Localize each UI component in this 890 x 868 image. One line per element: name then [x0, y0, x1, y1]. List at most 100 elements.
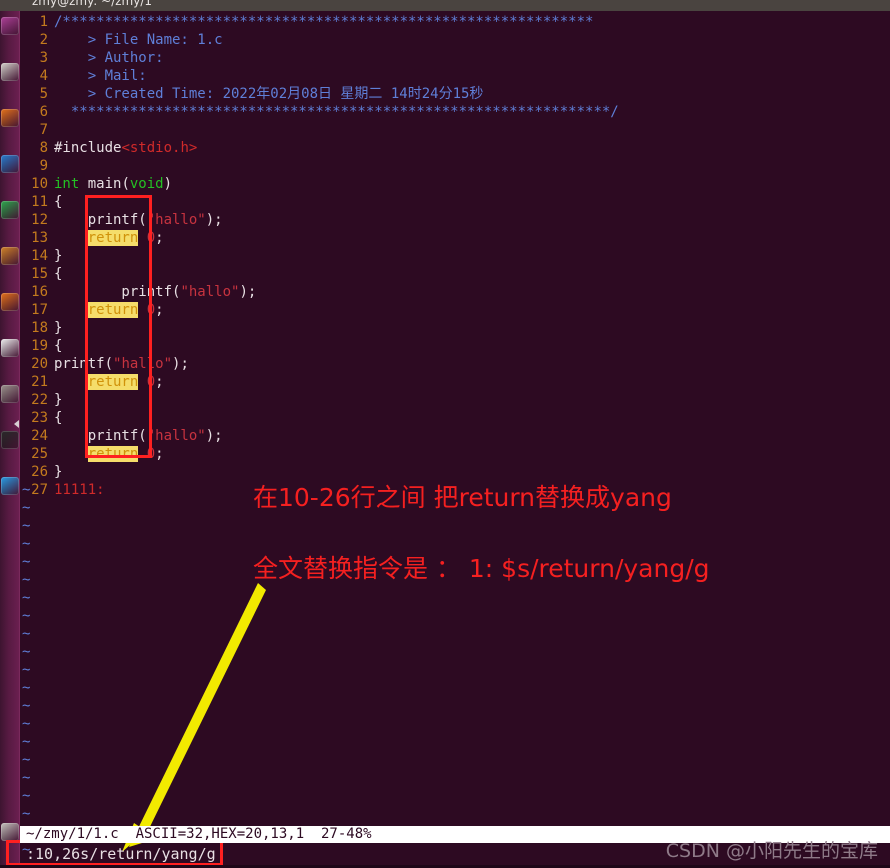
files-icon[interactable]	[1, 63, 19, 81]
code-line[interactable]: 11 {	[20, 193, 62, 211]
code-line[interactable]: 6 **************************************…	[20, 103, 619, 121]
firefox-icon[interactable]	[1, 109, 19, 127]
code-token: "hallo"	[146, 212, 206, 228]
libreoffice-calc-icon[interactable]	[1, 201, 19, 219]
code-token: "hallo"	[113, 356, 173, 372]
line-number: 15	[31, 266, 48, 282]
search-match-highlight: return	[87, 374, 139, 390]
amazon-icon[interactable]	[1, 339, 19, 357]
code-token: printf(	[54, 356, 114, 372]
code-line[interactable]: 16 printf("hallo");	[20, 283, 256, 301]
code-token: );	[172, 356, 189, 372]
code-token: ****************************************…	[54, 104, 619, 120]
code-line[interactable]: 13 return 0;	[20, 229, 164, 247]
code-token: > Author:	[54, 50, 173, 66]
code-token: {	[54, 266, 63, 282]
search-match-highlight: return	[87, 446, 139, 462]
code-line[interactable]: 1 /**************************************…	[20, 13, 594, 31]
code-line[interactable]: 23 {	[20, 409, 62, 427]
line-number: 1	[39, 14, 48, 30]
code-token: > Created Time: 2022年02月08日 星期二 14时24分15…	[54, 86, 484, 102]
code-line[interactable]: 25 return 0;	[20, 445, 164, 463]
terminal-icon[interactable]	[1, 431, 19, 449]
code-line[interactable]: 18}	[20, 319, 62, 337]
vim-tilde: ~	[22, 536, 31, 552]
code-line[interactable]: 19 {	[20, 337, 62, 355]
unity-launcher[interactable]	[0, 11, 20, 868]
trash-icon[interactable]	[1, 823, 19, 841]
ubuntu-software-icon[interactable]	[1, 293, 19, 311]
annotation-text-range: 在10-26行之间 把return替换成yang	[253, 483, 672, 512]
code-line[interactable]: 27 11111:	[20, 481, 105, 499]
line-number: 11	[31, 194, 48, 210]
code-line[interactable]: 3 > Author:	[20, 49, 172, 67]
code-token: ;	[155, 230, 164, 246]
code-line[interactable]: 7	[20, 121, 54, 139]
code-line[interactable]: 21 return 0;	[20, 373, 164, 391]
code-token: {	[54, 410, 63, 426]
system-settings-icon[interactable]	[1, 385, 19, 403]
code-token: 0	[146, 374, 156, 390]
code-line[interactable]: 12 printf("hallo");	[20, 211, 222, 229]
line-number: 9	[39, 158, 48, 174]
code-line[interactable]: 4 > Mail:	[20, 67, 155, 85]
code-token: );	[239, 284, 257, 300]
vim-tilde: ~	[22, 500, 31, 516]
line-number: 20	[31, 356, 48, 372]
code-line[interactable]: 22}	[20, 391, 62, 409]
code-token: /***************************************…	[54, 14, 594, 30]
code-line[interactable]: 14}	[20, 247, 62, 265]
code-line[interactable]: 2 > File Name: 1.c	[20, 31, 223, 49]
vim-tilde: ~	[22, 644, 31, 660]
ubuntu-dash-icon[interactable]	[1, 17, 19, 35]
code-line[interactable]: 17 return 0;	[20, 301, 164, 319]
line-number: 19	[31, 338, 48, 354]
line-number: 23	[31, 410, 48, 426]
vim-tilde: ~	[22, 734, 31, 750]
code-token: #include	[54, 140, 122, 156]
line-number: 17	[31, 302, 48, 318]
line-number: 10	[31, 176, 48, 192]
code-token: 0	[146, 302, 156, 318]
line-number: 12	[31, 212, 48, 228]
vim-tilde: ~	[22, 554, 31, 570]
code-line[interactable]: 10 int main(void)	[20, 175, 172, 193]
code-token: "hallo"	[146, 428, 206, 444]
code-token: void	[129, 176, 164, 192]
code-line[interactable]: 9	[20, 157, 54, 175]
code-line[interactable]: 15 {	[20, 265, 62, 283]
line-number: 3	[39, 50, 48, 66]
code-token: 11111:	[54, 482, 105, 498]
csdn-watermark: CSDN @小阳先生的宝库	[665, 840, 878, 862]
code-token: printf(	[54, 284, 181, 300]
window-title: zmy@zmy: ~/zmy/1	[32, 0, 153, 8]
search-match-highlight: return	[87, 230, 139, 246]
annotation-text-command: 全文替换指令是 ： 1: $s/return/yang/g	[253, 554, 710, 583]
search-match-highlight: return	[87, 302, 139, 318]
terminal-window[interactable]: 1 /**************************************…	[20, 11, 890, 868]
code-line[interactable]: 26}	[20, 463, 62, 481]
libreoffice-impress-icon[interactable]	[1, 247, 19, 265]
vim-tilde: ~	[22, 590, 31, 606]
line-number: 4	[39, 68, 48, 84]
text-editor-icon[interactable]	[1, 477, 19, 495]
code-token: <stdio.h>	[121, 140, 198, 156]
line-number: 6	[39, 104, 48, 120]
code-line[interactable]: 5 > Created Time: 2022年02月08日 星期二 14时24分…	[20, 85, 484, 103]
code-token: ;	[155, 446, 164, 462]
code-token: 0	[146, 230, 156, 246]
code-token: }	[54, 464, 63, 480]
line-number: 22	[31, 392, 48, 408]
line-number: 26	[31, 464, 48, 480]
code-line[interactable]: 24 printf("hallo");	[20, 427, 222, 445]
line-number: 24	[31, 428, 48, 444]
libreoffice-writer-icon[interactable]	[1, 155, 19, 173]
line-number: 13	[31, 230, 48, 246]
code-line[interactable]: 20 printf("hallo");	[20, 355, 189, 373]
vim-tilde: ~	[22, 662, 31, 678]
code-line[interactable]: 8 #include<stdio.h>	[20, 139, 198, 157]
